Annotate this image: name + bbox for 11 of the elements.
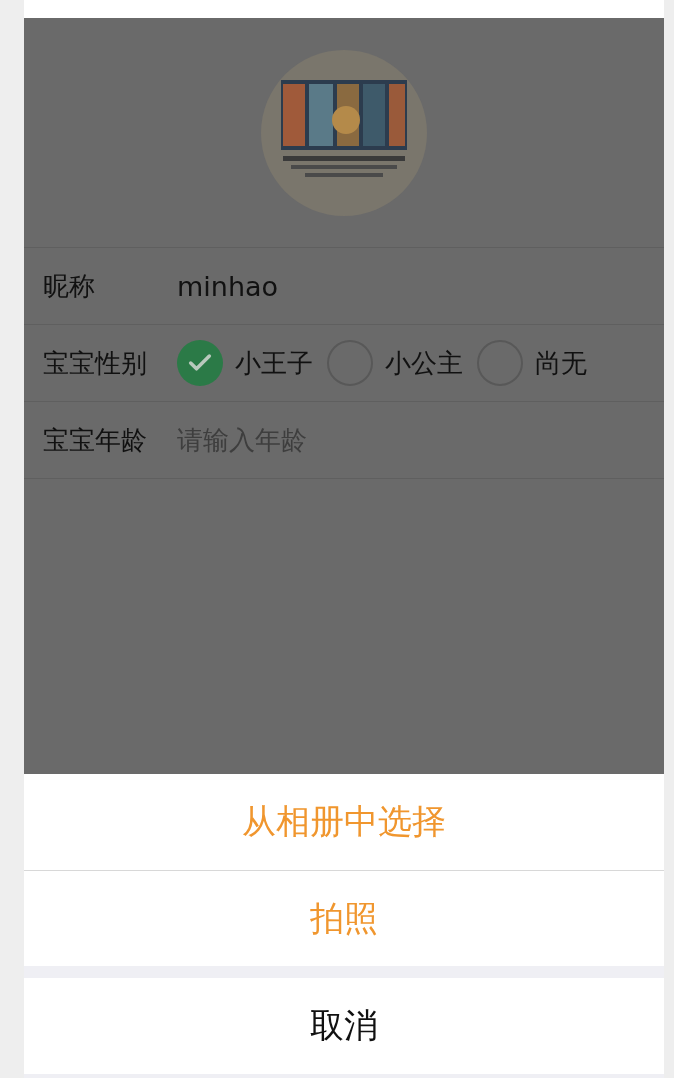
field-label: 宝宝性别 <box>43 346 148 380</box>
field-label: 昵称 <box>43 269 96 303</box>
cancel-button[interactable]: 取消 <box>24 978 664 1074</box>
sheet-option-button[interactable]: 从相册中选择 <box>24 774 664 870</box>
field-value: minhao <box>177 270 279 302</box>
radio-label[interactable]: 尚无 <box>535 345 587 381</box>
radio-label[interactable]: 小王子 <box>235 345 313 381</box>
radio-button[interactable] <box>177 340 223 386</box>
field-label: 宝宝年龄 <box>43 423 148 457</box>
sheet-option-button[interactable]: 拍照 <box>24 870 664 966</box>
radio-label[interactable]: 小公主 <box>385 345 463 381</box>
